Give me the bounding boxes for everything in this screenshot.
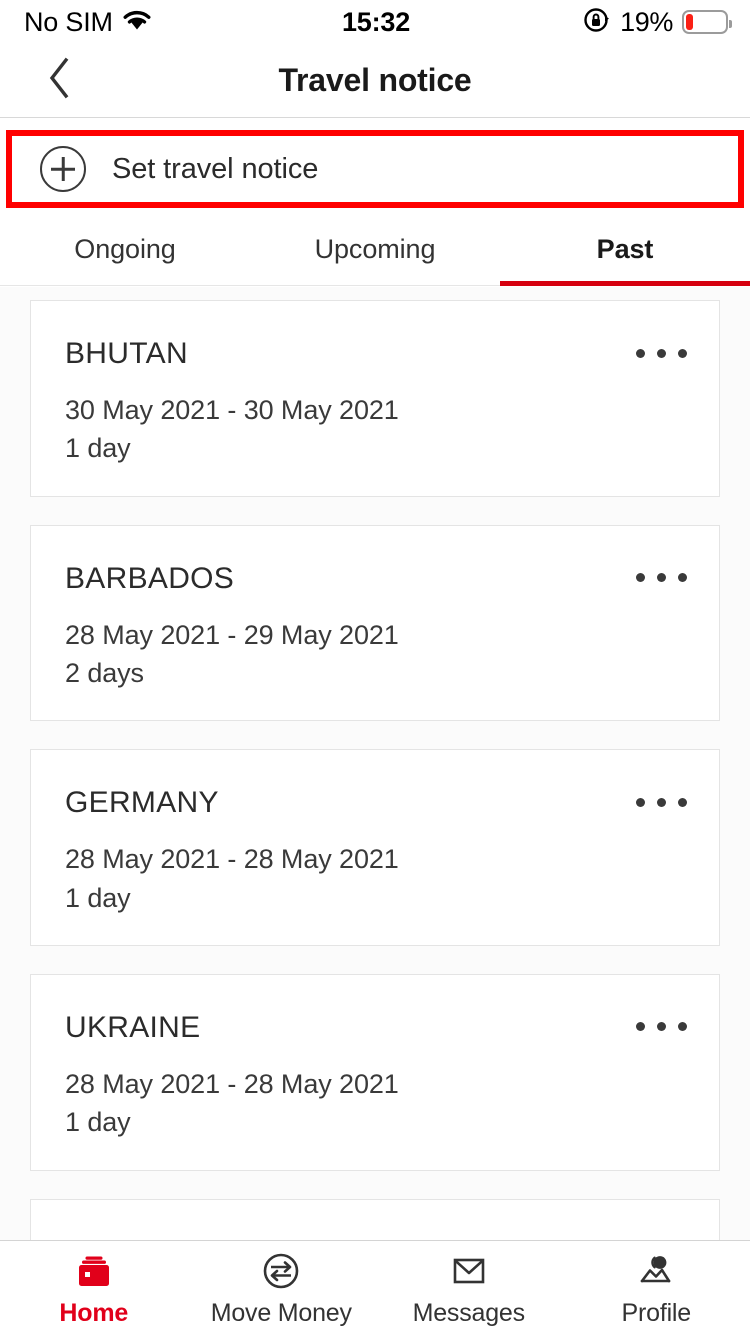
status-bar-right: 19% bbox=[410, 6, 732, 39]
tab-ongoing[interactable]: Ongoing bbox=[0, 214, 250, 285]
travel-notice-card[interactable]: UKRAINE 28 May 2021 - 28 May 2021 1 day bbox=[30, 973, 720, 1171]
dot bbox=[656, 797, 666, 807]
travel-notice-card[interactable]: BARBADOS 28 May 2021 - 29 May 2021 2 day… bbox=[30, 524, 720, 722]
travel-notice-duration: 1 day bbox=[65, 882, 131, 913]
wallet-icon bbox=[71, 1251, 117, 1291]
more-options-icon[interactable] bbox=[625, 1230, 697, 1240]
dot bbox=[677, 348, 687, 358]
bottom-nav-profile[interactable]: Profile bbox=[563, 1241, 750, 1334]
tab-past[interactable]: Past bbox=[500, 214, 750, 286]
tab-upcoming[interactable]: Upcoming bbox=[250, 214, 500, 285]
travel-notice-card[interactable]: GERMANY 28 May 2021 - 28 May 2021 1 day bbox=[30, 749, 720, 946]
more-options-icon[interactable] bbox=[625, 331, 697, 375]
more-options-icon[interactable] bbox=[625, 556, 697, 600]
app-screen: No SIM 15:32 19% Travel notice Set trave… bbox=[0, 0, 750, 1334]
bottom-nav-profile-label: Profile bbox=[621, 1299, 692, 1327]
travel-notice-card[interactable]: BHUTAN 30 May 2021 - 30 May 2021 1 day bbox=[30, 300, 720, 497]
wifi-icon bbox=[122, 9, 152, 36]
transfer-arrows-icon bbox=[258, 1251, 304, 1291]
tab-upcoming-label: Upcoming bbox=[314, 234, 436, 264]
travel-notice-country: UKRAINE bbox=[65, 1010, 201, 1044]
travel-notice-card[interactable]: ANTARTICA bbox=[30, 1198, 720, 1240]
tab-past-label: Past bbox=[596, 234, 654, 264]
dot bbox=[677, 1022, 687, 1032]
travel-notice-country: GERMANY bbox=[65, 786, 219, 820]
travel-notice-duration: 1 day bbox=[65, 1107, 131, 1138]
page-title: Travel notice bbox=[278, 62, 472, 98]
travel-notice-dates: 28 May 2021 - 28 May 2021 bbox=[65, 844, 399, 875]
back-button[interactable] bbox=[24, 44, 94, 117]
status-bar: No SIM 15:32 19% bbox=[0, 0, 750, 44]
carrier-label: No SIM bbox=[24, 6, 113, 37]
travel-notice-duration: 2 days bbox=[65, 657, 144, 688]
dot bbox=[677, 573, 687, 583]
dot bbox=[635, 1022, 645, 1032]
tab-ongoing-label: Ongoing bbox=[74, 234, 176, 264]
plus-circle-icon bbox=[40, 146, 86, 192]
dot bbox=[656, 573, 666, 583]
envelope-icon bbox=[446, 1251, 492, 1291]
bottom-navigation-bar: Home Move Money Messages Profile bbox=[0, 1240, 750, 1334]
set-travel-notice-highlight: Set travel notice bbox=[6, 130, 744, 208]
set-travel-notice-button[interactable]: Set travel notice bbox=[12, 136, 738, 202]
dot bbox=[635, 348, 645, 358]
dot bbox=[635, 573, 645, 583]
travel-notice-dates: 30 May 2021 - 30 May 2021 bbox=[65, 395, 399, 425]
bottom-nav-move-money[interactable]: Move Money bbox=[188, 1241, 376, 1334]
dot bbox=[656, 1022, 666, 1032]
travel-notice-country: BHUTAN bbox=[65, 337, 188, 370]
travel-notice-dates: 28 May 2021 - 29 May 2021 bbox=[65, 619, 399, 650]
bottom-nav-messages[interactable]: Messages bbox=[375, 1241, 563, 1334]
bottom-nav-home-label: Home bbox=[59, 1299, 129, 1327]
travel-notice-duration: 1 day bbox=[65, 433, 131, 464]
bottom-nav-messages-label: Messages bbox=[412, 1299, 526, 1327]
dot bbox=[656, 348, 666, 358]
dot bbox=[677, 797, 687, 807]
battery-fill bbox=[686, 14, 694, 30]
person-icon bbox=[633, 1251, 679, 1291]
status-bar-left: No SIM bbox=[24, 7, 342, 38]
more-options-icon[interactable] bbox=[625, 780, 697, 824]
battery-percent-label: 19% bbox=[620, 6, 673, 37]
bottom-nav-move-money-label: Move Money bbox=[210, 1299, 352, 1327]
bottom-nav-home[interactable]: Home bbox=[0, 1241, 188, 1334]
travel-notice-dates: 28 May 2021 - 28 May 2021 bbox=[65, 1068, 399, 1099]
travel-notice-tabs: Ongoing Upcoming Past bbox=[0, 214, 750, 286]
travel-notice-country: BARBADOS bbox=[65, 561, 235, 595]
dot bbox=[635, 797, 645, 807]
set-travel-notice-label: Set travel notice bbox=[112, 152, 319, 185]
status-bar-clock: 15:32 bbox=[341, 6, 411, 37]
travel-notice-list[interactable]: BHUTAN 30 May 2021 - 30 May 2021 1 day B… bbox=[0, 287, 750, 1240]
chevron-left-icon bbox=[45, 56, 73, 105]
battery-icon bbox=[682, 10, 732, 34]
rotation-lock-icon bbox=[583, 6, 611, 39]
navigation-header: Travel notice bbox=[0, 44, 750, 118]
more-options-icon[interactable] bbox=[625, 1005, 697, 1049]
